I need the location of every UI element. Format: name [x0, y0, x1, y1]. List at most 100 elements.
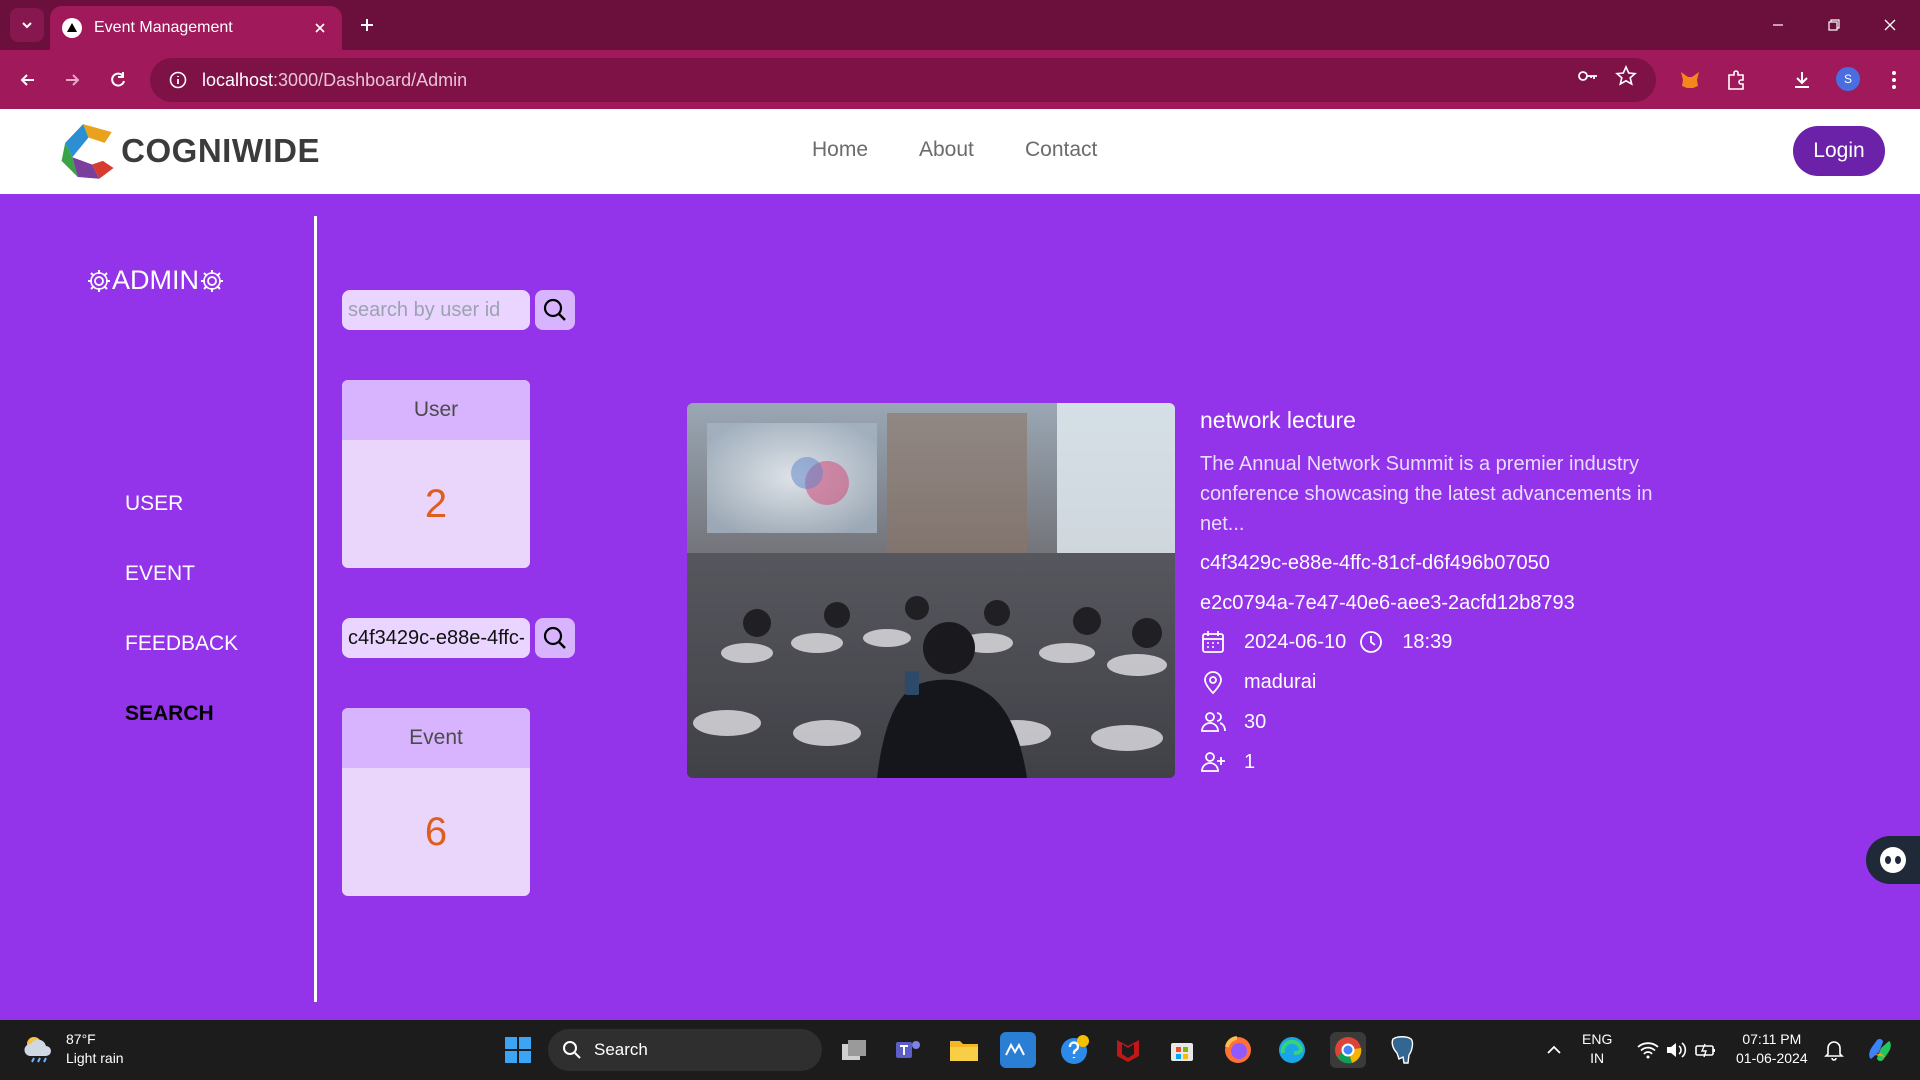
- user-count-card: User 2: [342, 380, 530, 568]
- sidebar-item-event[interactable]: EVENT: [125, 562, 195, 586]
- close-window-button[interactable]: [1868, 8, 1912, 42]
- event-count-card: Event 6: [342, 708, 530, 896]
- battery-icon[interactable]: [1688, 1032, 1724, 1068]
- fox-icon: [1681, 72, 1699, 88]
- key-icon: [1578, 71, 1597, 81]
- restore-icon: [1828, 19, 1840, 31]
- show-hidden-icons-button[interactable]: [1536, 1032, 1572, 1068]
- weather-condition: Light rain: [66, 1050, 124, 1066]
- taskbar-search[interactable]: Search: [548, 1029, 822, 1071]
- restore-button[interactable]: [1812, 8, 1856, 42]
- firefox-app-icon[interactable]: [1220, 1032, 1256, 1068]
- new-tab-button[interactable]: [352, 10, 382, 40]
- more-vertical-icon: [1892, 71, 1896, 89]
- task-view-button[interactable]: [836, 1032, 872, 1068]
- event-user-id: e2c0794a-7e47-40e6-aee3-2acfd12b8793: [1200, 592, 1575, 614]
- teams-app-icon[interactable]: [890, 1032, 926, 1068]
- chevron-down-icon: [22, 22, 32, 29]
- forward-button[interactable]: [54, 62, 90, 98]
- event-image: [687, 403, 1175, 778]
- sidebar-item-user[interactable]: USER: [125, 492, 183, 516]
- close-tab-icon[interactable]: [310, 18, 330, 38]
- tab-search-button[interactable]: [10, 8, 44, 42]
- sidebar-divider: [314, 216, 317, 1002]
- extensions-button[interactable]: [1718, 62, 1754, 98]
- event-card-label: Event: [342, 708, 530, 768]
- copilot-icon[interactable]: [1862, 1032, 1898, 1068]
- browser-menu-button[interactable]: [1876, 62, 1912, 98]
- event-location-row: madurai: [1200, 669, 1316, 695]
- nav-link-home[interactable]: Home: [812, 138, 868, 162]
- windows-logo-icon: [505, 1037, 531, 1063]
- arrow-right-icon: [66, 74, 80, 86]
- admin-title: ADMIN: [86, 265, 225, 296]
- browser-toolbar: localhost:3000/Dashboard/Admin: [0, 50, 1920, 109]
- language-code: ENG: [1582, 1031, 1613, 1047]
- clock-time: 07:11 PM: [1742, 1031, 1802, 1047]
- download-icon: [1795, 72, 1809, 88]
- search-icon: [543, 626, 566, 649]
- event-search-button[interactable]: [535, 618, 575, 658]
- user-plus-icon: [1201, 752, 1225, 772]
- bell-icon: [1824, 1041, 1844, 1061]
- back-button[interactable]: [10, 62, 46, 98]
- bot-face-icon: [1880, 847, 1906, 873]
- url-host: localhost: [202, 69, 274, 90]
- user-search-input[interactable]: [342, 290, 530, 330]
- event-id: c4f3429c-e88e-4ffc-81cf-d6f496b07050: [1200, 552, 1550, 574]
- mysql-workbench-app-icon[interactable]: [1000, 1032, 1036, 1068]
- region-code: IN: [1590, 1050, 1605, 1066]
- address-bar[interactable]: localhost:3000/Dashboard/Admin: [150, 58, 1656, 102]
- chrome-app-icon[interactable]: [1330, 1032, 1366, 1068]
- calendar-icon: [1202, 631, 1224, 653]
- chat-widget-button[interactable]: [1866, 836, 1920, 884]
- users-icon: [1201, 712, 1226, 732]
- file-explorer-app-icon[interactable]: [946, 1032, 982, 1068]
- site-info-icon[interactable]: [168, 70, 188, 90]
- company-logo[interactable]: COGNIWIDE: [58, 118, 320, 184]
- user-card-label: User: [342, 380, 530, 440]
- url-path: :3000/Dashboard/Admin: [273, 69, 468, 90]
- sidebar-item-search[interactable]: SEARCH: [125, 702, 214, 726]
- edge-app-icon[interactable]: [1274, 1032, 1310, 1068]
- gear-icon: [201, 269, 223, 292]
- cloud-rain-icon: [24, 1037, 51, 1063]
- help-app-icon[interactable]: [1056, 1032, 1092, 1068]
- sidebar-item-feedback[interactable]: FEEDBACK: [125, 632, 238, 656]
- clock[interactable]: 07:11 PM 01-06-2024: [1736, 1030, 1808, 1068]
- event-description: The Annual Network Summit is a premier i…: [1200, 453, 1653, 535]
- location-pin-icon: [1204, 671, 1222, 695]
- login-button[interactable]: Login: [1793, 126, 1885, 176]
- metamask-extension-button[interactable]: [1672, 62, 1708, 98]
- event-title: network lecture: [1200, 407, 1356, 433]
- user-count-value: 2: [424, 481, 448, 526]
- postgresql-app-icon[interactable]: [1384, 1032, 1420, 1068]
- plus-icon: [361, 19, 373, 31]
- weather-widget[interactable]: 87°F Light rain: [22, 1030, 124, 1068]
- nav-link-contact[interactable]: Contact: [1025, 138, 1097, 162]
- minimize-icon: [1773, 24, 1783, 26]
- downloads-button[interactable]: [1784, 62, 1820, 98]
- start-button[interactable]: [500, 1032, 536, 1068]
- browser-tab[interactable]: Event Management: [50, 6, 342, 50]
- arrow-left-icon: [20, 74, 34, 86]
- admin-title-text: ADMIN: [112, 265, 199, 295]
- microsoft-store-app-icon[interactable]: [1164, 1032, 1200, 1068]
- close-icon: [1884, 19, 1896, 31]
- bookmark-button[interactable]: [1608, 58, 1644, 94]
- logo-text: COGNIWIDE: [121, 132, 320, 169]
- chevron-up-icon: [1547, 1045, 1561, 1054]
- input-language[interactable]: ENG IN: [1582, 1030, 1612, 1068]
- user-search-button[interactable]: [535, 290, 575, 330]
- nav-link-about[interactable]: About: [919, 138, 974, 162]
- search-icon: [543, 298, 566, 321]
- browser-tabstrip: Event Management: [0, 0, 1920, 50]
- profile-avatar[interactable]: S: [1836, 67, 1860, 91]
- reload-button[interactable]: [100, 62, 136, 98]
- password-key-button[interactable]: [1570, 58, 1606, 94]
- event-search-input[interactable]: [342, 618, 530, 658]
- notifications-button[interactable]: [1816, 1032, 1852, 1068]
- event-count-value: 6: [424, 809, 448, 854]
- minimize-button[interactable]: [1756, 8, 1800, 42]
- mcafee-app-icon[interactable]: [1110, 1032, 1146, 1068]
